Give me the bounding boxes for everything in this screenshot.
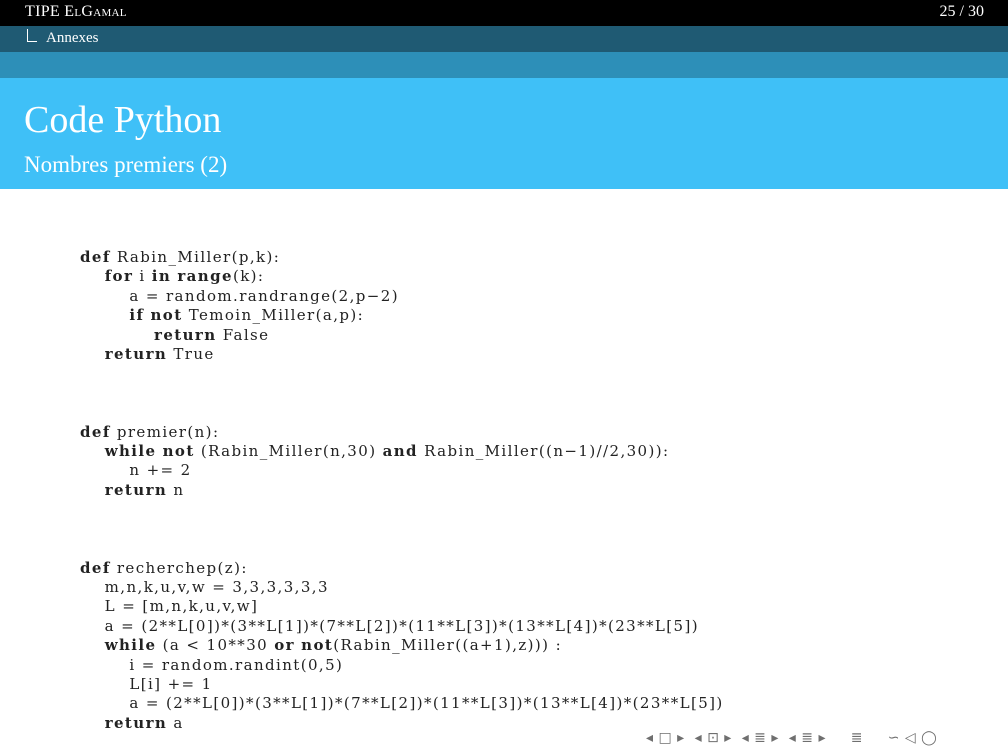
code-listing: def Rabin_Miller(p,k): for i in range(k)… <box>80 248 724 733</box>
code-text: (a < 10**30 <box>156 636 275 655</box>
code-line: a = (2**L[0])*(3**L[1])*(7**L[2])*(11**L… <box>80 617 699 635</box>
header-bar: TIPE ElGamal 25 / 30 <box>0 0 1008 26</box>
code-line: if not Temoin_Miller(a,p): <box>80 306 364 324</box>
code-line: a = random.randrange(2,p−2) <box>80 287 399 305</box>
code-line: def Rabin_Miller(p,k): <box>80 248 280 266</box>
frame-title: Code Python <box>24 99 222 141</box>
section-bar: Annexes <box>0 26 1008 52</box>
code-line: L = [m,n,k,u,v,w] <box>80 597 258 615</box>
nav-slide-arrows[interactable]: ◂ □ ▸ <box>646 730 685 746</box>
nav-search-icon[interactable]: ∽ ◁ ◯ <box>888 730 938 746</box>
code-keyword: in <box>151 267 172 286</box>
section-name: Annexes <box>46 30 99 46</box>
code-keyword: def <box>80 248 111 266</box>
code-line: a = (2**L[0])*(3**L[1])*(7**L[2])*(11**L… <box>80 694 724 712</box>
code-text: (Rabin_Miller(n,30) <box>194 442 383 461</box>
frame-title-block: Code Python Nombres premiers (2) <box>0 78 1008 189</box>
code-line: def premier(n): <box>80 423 219 441</box>
code-line: def recherchep(z): <box>80 559 248 577</box>
code-text: Rabin_Miller(p,k): <box>110 248 281 266</box>
beamer-navigation: ◂ □ ▸ ◂ ⊡ ▸ ◂ ≣ ▸ ◂ ≣ ▸ ≣ ∽ ◁ ◯ <box>646 730 937 746</box>
code-text: a <box>167 713 184 732</box>
nav-frame-arrows[interactable]: ◂ ⊡ ▸ <box>695 730 732 746</box>
tree-branch-icon <box>27 29 37 42</box>
code-text: recherchep(z): <box>110 558 248 577</box>
code-text: a = (2**L[0])*(3**L[1])*(7**L[2])*(11**L… <box>80 694 724 713</box>
code-keyword: return <box>154 325 217 344</box>
code-text: L = [m,n,k,u,v,w] <box>80 597 259 616</box>
code-text: True <box>167 345 215 364</box>
code-text: n <box>167 480 185 499</box>
code-text: (Rabin_Miller((a+1),z))) : <box>333 636 563 655</box>
presentation-title: TIPE ElGamal <box>25 3 127 20</box>
code-keyword: def <box>80 422 111 441</box>
code-text: a = (2**L[0])*(3**L[1])*(7**L[2])*(11**L… <box>80 616 699 635</box>
code-keyword: not <box>301 636 334 655</box>
code-keyword: or <box>274 636 295 655</box>
code-keyword: def <box>80 558 111 577</box>
code-keyword: while <box>104 442 157 461</box>
code-text: (k): <box>232 267 265 286</box>
code-text: Temoin_Miller(a,p): <box>182 306 365 325</box>
code-text: L[i] += 1 <box>80 674 213 693</box>
page-counter: 25 / 30 <box>939 3 984 20</box>
code-line: return n <box>80 481 184 499</box>
code-keyword: return <box>104 345 168 364</box>
code-line: return False <box>80 326 269 344</box>
code-text: m,n,k,u,v,w = 3,3,3,3,3,3 <box>80 577 329 596</box>
code-line: n += 2 <box>80 461 192 479</box>
nav-align-icon[interactable]: ≣ <box>851 730 863 746</box>
code-keyword: if <box>129 306 145 325</box>
code-keyword: return <box>104 480 168 499</box>
code-keyword: return <box>104 713 168 732</box>
nav-section-arrows[interactable]: ◂ ≣ ▸ <box>789 730 826 746</box>
code-keyword: while <box>104 636 157 655</box>
subsection-bar <box>0 52 1008 78</box>
code-keyword: and <box>382 442 418 461</box>
code-keyword: for <box>104 267 134 286</box>
code-keyword: not <box>162 442 195 461</box>
code-keyword: not <box>150 306 183 325</box>
nav-subsection-arrows[interactable]: ◂ ≣ ▸ <box>742 730 779 746</box>
code-line: while not (Rabin_Miller(n,30) and Rabin_… <box>80 442 669 460</box>
code-text: premier(n): <box>110 422 220 441</box>
code-keyword: range <box>177 267 233 286</box>
code-text: False <box>216 325 270 344</box>
code-line: L[i] += 1 <box>80 675 213 693</box>
code-line: while (a < 10**30 or not(Rabin_Miller((a… <box>80 636 562 654</box>
code-line: for i in range(k): <box>80 267 264 285</box>
code-text: i <box>133 267 152 286</box>
code-line: return a <box>80 714 184 732</box>
code-line: i = random.randint(0,5) <box>80 656 343 674</box>
code-text: n += 2 <box>80 461 192 480</box>
code-line: return True <box>80 345 215 363</box>
code-text: a = random.randrange(2,p−2) <box>80 286 399 305</box>
code-text: Rabin_Miller((n−1)//2,30)): <box>417 442 670 461</box>
code-line: m,n,k,u,v,w = 3,3,3,3,3,3 <box>80 578 329 596</box>
code-text: i = random.randint(0,5) <box>80 655 344 674</box>
frame-subtitle: Nombres premiers (2) <box>24 152 228 177</box>
